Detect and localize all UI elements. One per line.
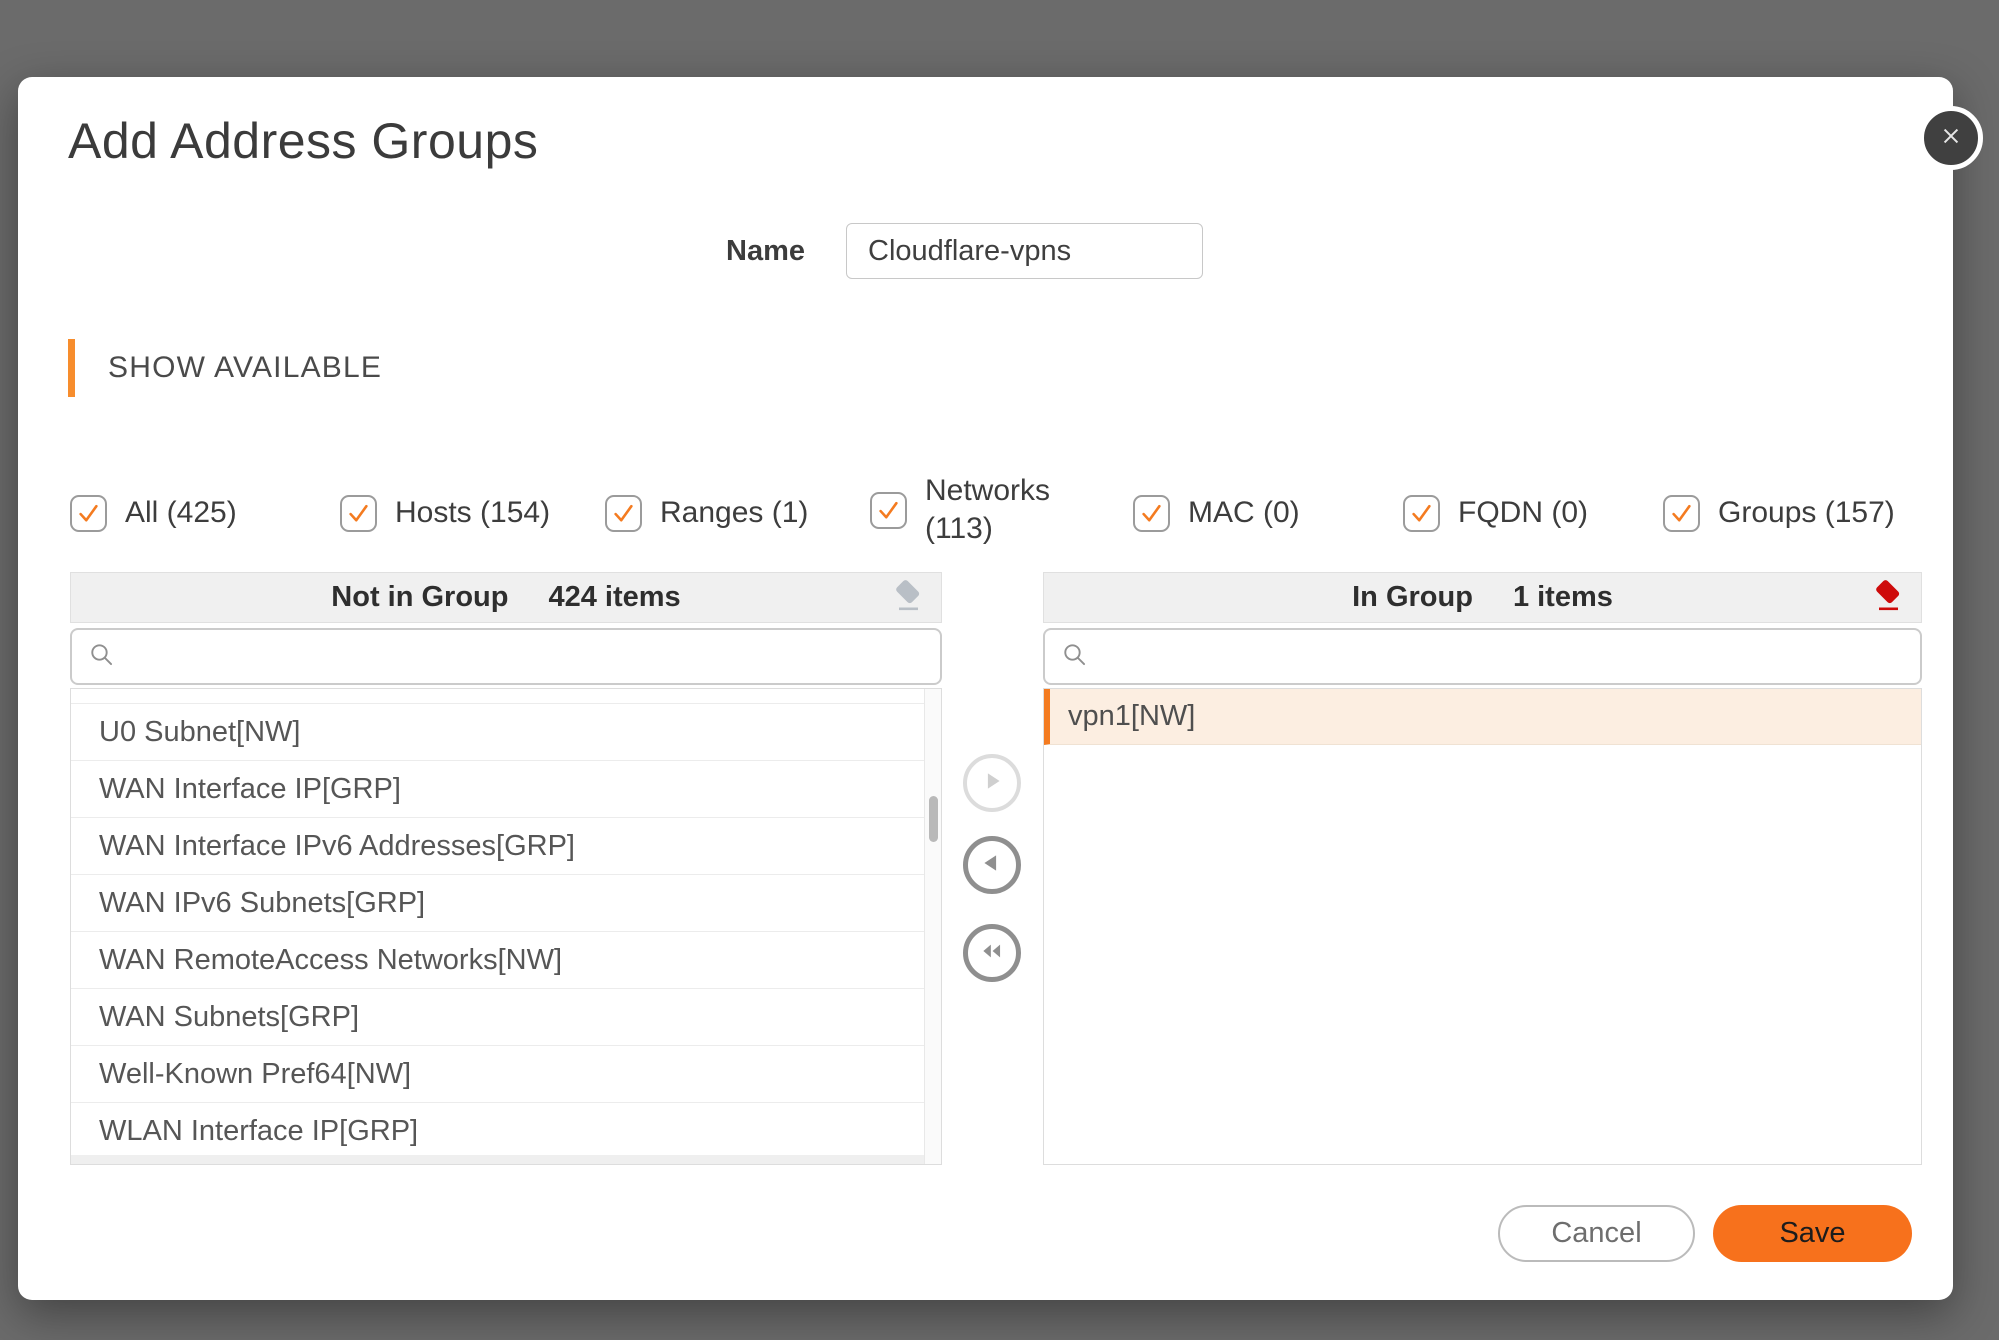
list-item-label: WAN Interface IPv6 Addresses[GRP] <box>99 829 575 862</box>
list-item-label: WAN IPv6 Subnets[GRP] <box>99 886 426 919</box>
filter-ranges[interactable]: Ranges (1) <box>605 475 808 551</box>
list-item[interactable]: Well-Known Pref64[NW] <box>71 1046 924 1103</box>
filter-label: Groups (157) <box>1718 496 1895 529</box>
section-accent-bar <box>68 339 75 397</box>
show-available-section: SHOW AVAILABLE <box>68 339 382 397</box>
list-item-label: WAN RemoteAccess Networks[NW] <box>99 943 562 976</box>
filter-hosts[interactable]: Hosts (154) <box>340 475 550 551</box>
move-all-left-button[interactable] <box>963 924 1021 982</box>
filter-groups[interactable]: Groups (157) <box>1663 475 1895 551</box>
checkbox-checked-icon[interactable] <box>605 494 642 532</box>
checkbox-checked-icon[interactable] <box>1403 494 1440 532</box>
page-title: Add Address Groups <box>68 113 539 169</box>
search-icon <box>1061 641 1088 673</box>
name-label: Name <box>726 235 805 267</box>
list-item-label: vpn1[NW] <box>1068 700 1196 732</box>
filter-networks[interactable]: Networks (113) <box>870 453 1061 567</box>
move-left-button[interactable] <box>963 836 1021 894</box>
eraser-icon <box>892 578 924 617</box>
clear-in-group-button[interactable] <box>1871 580 1905 616</box>
filter-fqdn[interactable]: FQDN (0) <box>1403 475 1588 551</box>
filter-label: MAC (0) <box>1188 496 1300 529</box>
list-item[interactable]: U0 Subnet[NW] <box>71 704 924 761</box>
search-icon <box>88 641 115 673</box>
list-item[interactable]: WAN RemoteAccess Networks[NW] <box>71 932 924 989</box>
arrow-left-icon <box>978 849 1006 882</box>
filter-mac[interactable]: MAC (0) <box>1133 475 1300 551</box>
move-right-button[interactable] <box>963 754 1021 812</box>
panel-title: Not in Group <box>331 581 509 613</box>
selected-list-item[interactable]: vpn1[NW] <box>1044 689 1921 745</box>
filter-label: Ranges (1) <box>660 496 809 529</box>
checkbox-checked-icon[interactable] <box>870 491 907 529</box>
close-button[interactable] <box>1919 106 1983 170</box>
cancel-button-label: Cancel <box>1551 1217 1642 1249</box>
double-arrow-left-icon <box>977 937 1007 970</box>
section-label: SHOW AVAILABLE <box>108 351 383 384</box>
horizontal-scrollbar-track[interactable] <box>71 1155 924 1164</box>
filter-label: Networks (113) <box>925 474 1051 545</box>
available-list: U0 Subnet[NW] WAN Interface IP[GRP] WAN … <box>70 688 942 1165</box>
save-button[interactable]: Save <box>1713 1205 1912 1262</box>
add-address-groups-dialog: Add Address Groups Name SHOW AVAILABLE A… <box>18 77 1983 1300</box>
eraser-red-icon <box>1872 578 1904 617</box>
available-search <box>70 628 942 685</box>
checkbox-checked-icon[interactable] <box>70 494 107 532</box>
list-item-label: WAN Subnets[GRP] <box>99 1000 360 1033</box>
list-item[interactable]: WAN Interface IPv6 Addresses[GRP] <box>71 818 924 875</box>
list-item-label: WLAN Interface IP[GRP] <box>99 1114 419 1147</box>
cancel-button[interactable]: Cancel <box>1498 1205 1695 1262</box>
checkbox-checked-icon[interactable] <box>1133 494 1170 532</box>
in-group-panel: In Group 1 items vpn1[NW] <box>1043 572 1922 1165</box>
panel-count: 424 items <box>548 581 681 613</box>
close-icon <box>1937 122 1965 155</box>
list-item[interactable]: WAN IPv6 Subnets[GRP] <box>71 875 924 932</box>
save-button-label: Save <box>1779 1217 1846 1249</box>
available-search-input[interactable] <box>72 630 940 683</box>
in-group-list: vpn1[NW] <box>1043 688 1922 1165</box>
list-item-label: Well-Known Pref64[NW] <box>99 1057 412 1090</box>
filter-all[interactable]: All (425) <box>70 475 237 551</box>
not-in-group-panel: Not in Group 424 items U0 Subnet[NW] WAN… <box>70 572 942 1165</box>
list-item[interactable]: WAN Subnets[GRP] <box>71 989 924 1046</box>
partial-scrolled-row <box>71 689 924 704</box>
name-input[interactable] <box>846 223 1203 279</box>
filter-label: FQDN (0) <box>1458 496 1588 529</box>
vertical-scrollbar-track[interactable] <box>924 689 941 1164</box>
in-group-header: In Group 1 items <box>1043 572 1922 623</box>
in-group-search <box>1043 628 1922 685</box>
list-item-label: WAN Interface IP[GRP] <box>99 772 401 805</box>
checkbox-checked-icon[interactable] <box>1663 494 1700 532</box>
in-group-search-input[interactable] <box>1045 630 1920 683</box>
list-item[interactable]: WAN Interface IP[GRP] <box>71 761 924 818</box>
panel-title: In Group <box>1352 581 1473 613</box>
panel-count: 1 items <box>1512 581 1613 613</box>
list-item-label: U0 Subnet[NW] <box>99 715 301 748</box>
clear-available-button[interactable] <box>891 580 925 616</box>
list-item[interactable]: WLAN Interface IP[GRP] <box>71 1103 924 1160</box>
filter-label: Hosts (154) <box>395 496 551 529</box>
arrow-right-icon <box>978 767 1006 800</box>
vertical-scrollbar-thumb[interactable] <box>929 796 938 842</box>
checkbox-checked-icon[interactable] <box>340 494 377 532</box>
not-in-group-header: Not in Group 424 items <box>70 572 942 623</box>
filter-label: All (425) <box>125 496 237 529</box>
